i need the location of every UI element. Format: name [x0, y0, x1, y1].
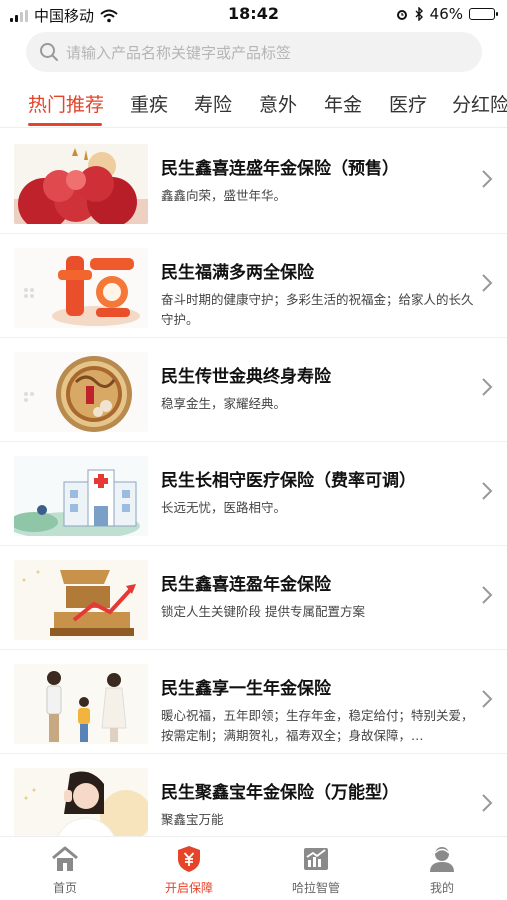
chart-icon	[304, 848, 328, 870]
chevron-right-icon	[482, 170, 493, 188]
search-bar[interactable]: 请输入产品名称关键字或产品标签	[26, 32, 482, 72]
alarm-icon	[396, 10, 407, 20]
product-title: 民生鑫喜连盛年金保险（预售）	[161, 159, 399, 179]
nav-home[interactable]: 首页	[15, 845, 115, 896]
product-desc: 稳享金生，家耀经典。	[161, 396, 287, 411]
peony-flower-icon	[14, 144, 148, 224]
status-bar: 中国移动 18:42 46%	[0, 0, 507, 28]
nav-smart-manage[interactable]: 哈拉智管	[266, 845, 366, 896]
product-desc: 鑫鑫向荣，盛世年华。	[161, 188, 287, 203]
fu-character-icon	[14, 248, 148, 328]
search-icon	[40, 43, 58, 61]
product-desc: 暖心祝福，五年即领；生存年金，稳定给付；特别关爱，按需定制；满期贺礼，福寿双全；…	[161, 708, 474, 743]
chevron-right-icon	[482, 586, 493, 604]
golden-medal-icon	[14, 352, 148, 432]
product-desc: 聚鑫宝万能	[161, 812, 224, 827]
product-item[interactable]: 民生鑫享一生年金保险 暖心祝福，五年即领；生存年金，稳定给付；特别关爱，按需定制…	[0, 650, 507, 754]
active-tab-indicator	[28, 123, 102, 126]
nav-protection[interactable]: 开启保障	[139, 845, 239, 896]
product-desc: 锁定人生关键阶段 提供专属配置方案	[161, 604, 365, 619]
chevron-right-icon	[482, 794, 493, 812]
product-item[interactable]: 民生传世金典终身寿险 稳享金生，家耀经典。	[0, 338, 507, 442]
product-item[interactable]: 民生长相守医疗保险（费率可调） 长远无忧，医路相守。	[0, 442, 507, 546]
tab-annuity[interactable]: 年金	[324, 90, 362, 117]
chevron-right-icon	[482, 482, 493, 500]
product-title: 民生传世金典终身寿险	[161, 367, 331, 387]
nav-protection-label: 开启保障	[164, 881, 213, 895]
product-item[interactable]: 民生福满多两全保险 奋斗时期的健康守护；多彩生活的祝福金；给家人的长久守护。	[0, 234, 507, 338]
product-title: 民生聚鑫宝年金保险（万能型）	[161, 783, 399, 803]
tab-life[interactable]: 寿险	[194, 90, 232, 117]
battery-icon	[469, 8, 498, 20]
product-title: 民生鑫享一生年金保险	[161, 679, 331, 699]
chevron-right-icon	[482, 378, 493, 396]
ying-character-icon	[14, 560, 148, 640]
bluetooth-icon	[415, 7, 423, 21]
product-item[interactable]: 民生鑫喜连盛年金保险（预售） 鑫鑫向荣，盛世年华。	[0, 130, 507, 234]
nav-smart-manage-label: 哈拉智管	[291, 881, 340, 895]
tab-critical-illness[interactable]: 重疾	[130, 90, 168, 117]
nav-home-label: 首页	[52, 881, 77, 895]
shield-yuan-icon	[178, 846, 200, 872]
tab-accident[interactable]: 意外	[259, 90, 297, 117]
hospital-icon	[14, 456, 148, 536]
category-tabs: 热门推荐 重疾 寿险 意外 年金 医疗 分红险	[0, 80, 507, 128]
search-input[interactable]: 请输入产品名称关键字或产品标签	[66, 42, 291, 63]
nav-mine[interactable]: 我的	[392, 845, 492, 896]
chevron-right-icon	[482, 690, 493, 708]
nav-mine-label: 我的	[429, 881, 454, 895]
product-title: 民生福满多两全保险	[161, 263, 314, 283]
battery-percent: 46%	[429, 5, 463, 23]
product-title: 民生长相守医疗保险（费率可调）	[161, 471, 416, 491]
user-icon	[430, 847, 454, 872]
family-icon	[14, 664, 148, 744]
product-item[interactable]: 民生鑫喜连盈年金保险 锁定人生关键阶段 提供专属配置方案	[0, 546, 507, 650]
tab-medical[interactable]: 医疗	[389, 90, 427, 117]
tab-hot[interactable]: 热门推荐	[28, 90, 104, 117]
chevron-right-icon	[482, 274, 493, 292]
tab-dividend[interactable]: 分红险	[452, 90, 507, 117]
product-title: 民生鑫喜连盈年金保险	[161, 575, 331, 595]
product-desc: 长远无忧，医路相守。	[161, 500, 287, 515]
home-icon	[52, 846, 78, 871]
product-desc: 奋斗时期的健康守护；多彩生活的祝福金；给家人的长久守护。	[161, 292, 474, 327]
bottom-nav: 首页 开启保障 哈拉智管 我的	[0, 836, 507, 900]
